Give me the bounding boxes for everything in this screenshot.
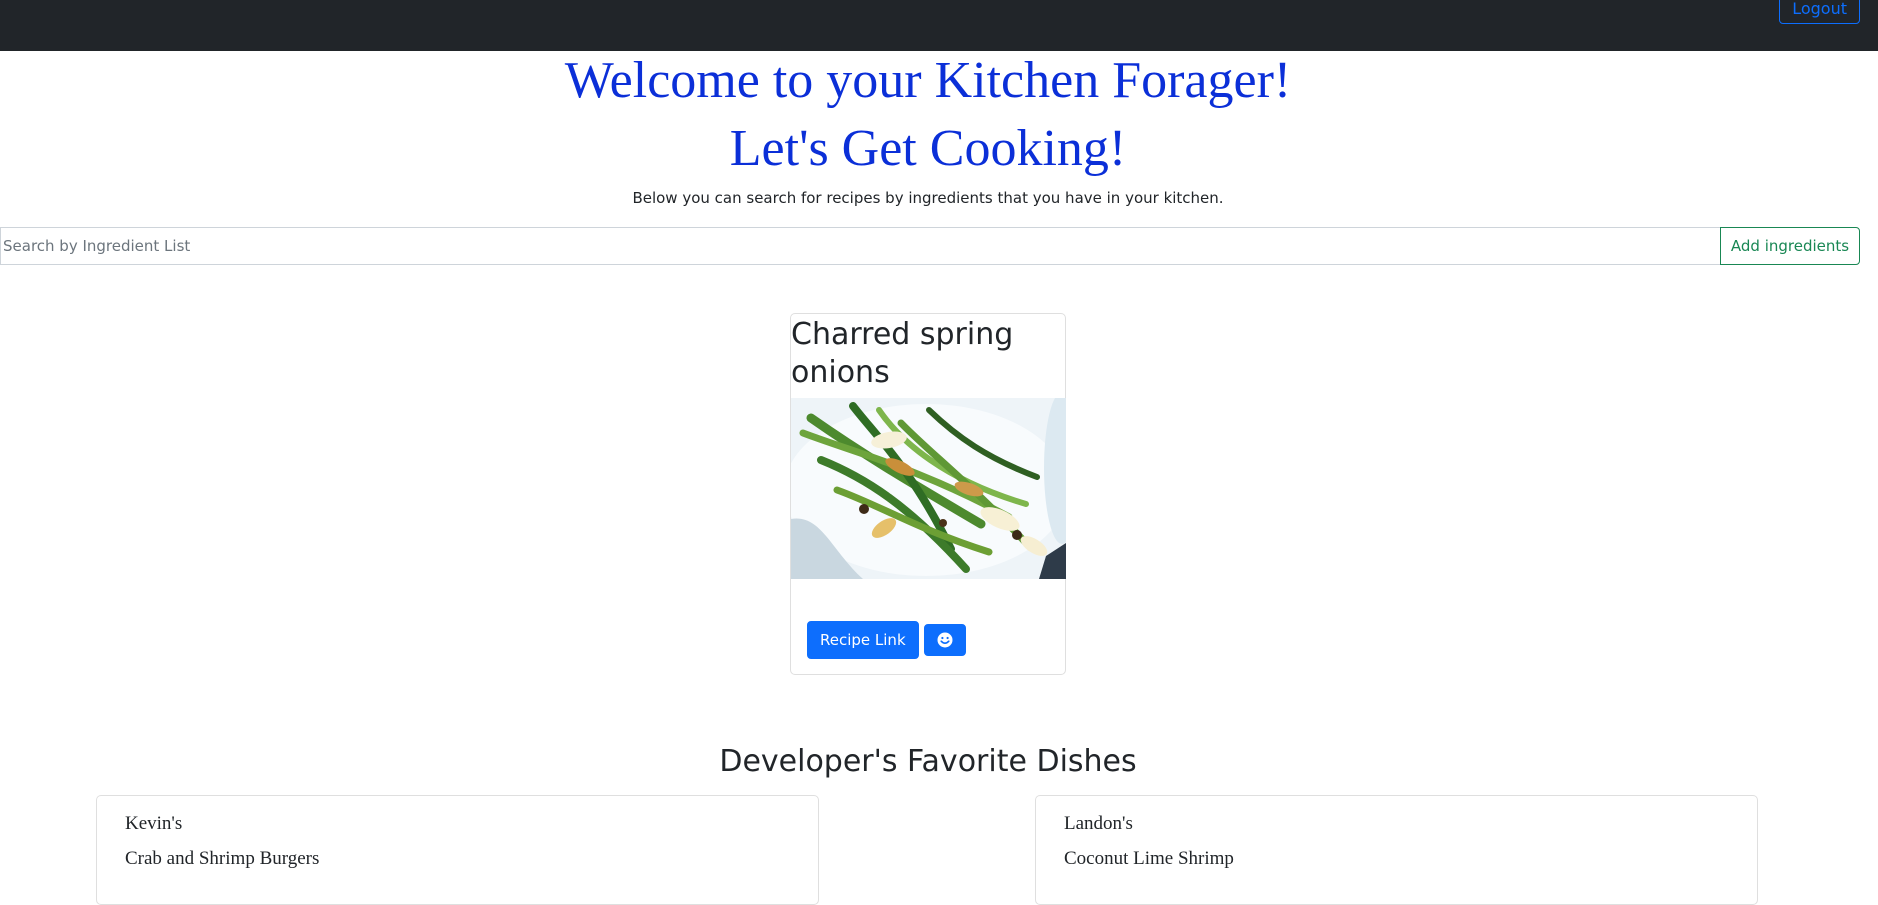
recipe-actions: Recipe Link xyxy=(807,621,966,659)
recipe-link-button[interactable]: Recipe Link xyxy=(807,621,919,659)
ingredient-search-input[interactable] xyxy=(0,227,1720,265)
spring-onions-photo xyxy=(791,398,1066,579)
favorite-card-kevin: Kevin's Crab and Shrimp Burgers xyxy=(96,795,819,905)
favorite-owner: Landon's xyxy=(1064,813,1133,834)
logout-button[interactable]: Logout xyxy=(1779,0,1860,24)
ingredient-search-group: Add ingredients xyxy=(0,227,1860,265)
recipe-card: Charred spring onions Recipe Link xyxy=(790,313,1066,675)
favorite-dish: Crab and Shrimp Burgers xyxy=(125,848,320,869)
favorite-dish: Coconut Lime Shrimp xyxy=(1064,848,1234,869)
favorite-owner: Kevin's xyxy=(125,813,183,834)
top-navbar: Logout xyxy=(0,0,1878,51)
favorites-heading: Developer's Favorite Dishes xyxy=(719,744,1137,779)
recipe-image xyxy=(791,398,1066,579)
cooking-heading: Let's Get Cooking! xyxy=(729,120,1127,177)
add-ingredients-button[interactable]: Add ingredients xyxy=(1720,227,1860,265)
welcome-heading: Welcome to your Kitchen Forager! xyxy=(564,52,1292,109)
smiley-icon xyxy=(937,632,953,648)
favorite-button[interactable] xyxy=(923,624,966,656)
search-instructions: Below you can search for recipes by ingr… xyxy=(632,189,1224,207)
recipe-title: Charred spring onions xyxy=(791,317,1014,390)
favorite-card-landon: Landon's Coconut Lime Shrimp xyxy=(1035,795,1758,905)
